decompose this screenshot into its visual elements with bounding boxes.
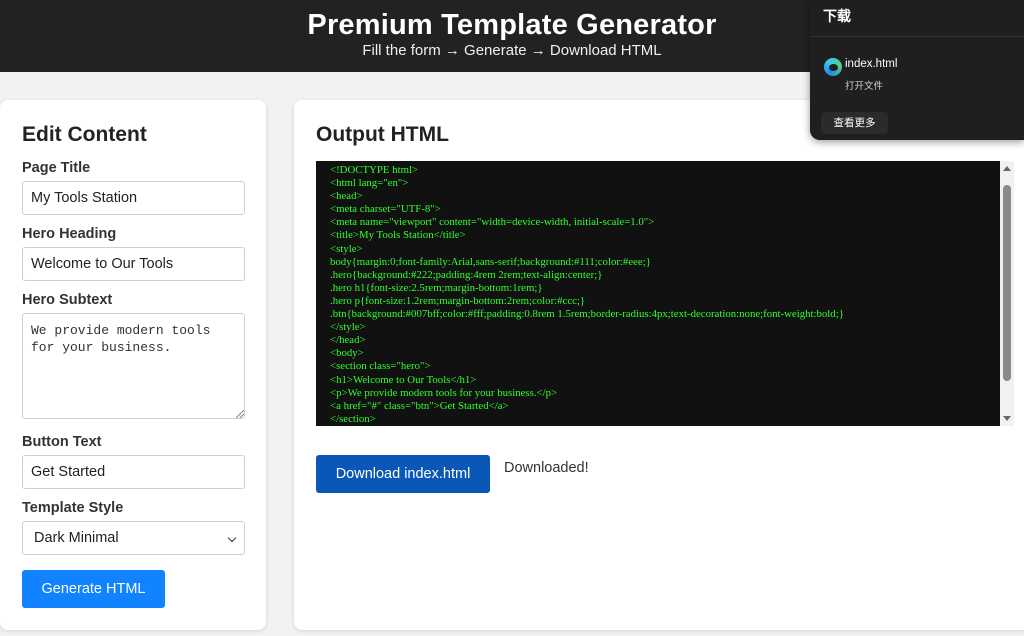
open-file-link[interactable]: 打开文件 xyxy=(845,78,883,92)
template-style-select[interactable]: Dark Minimal xyxy=(22,521,245,555)
downloads-divider xyxy=(810,36,1024,37)
code-scrollbar[interactable] xyxy=(1000,161,1014,426)
edit-content-panel: Edit Content Page Title Hero Heading Her… xyxy=(0,100,266,630)
button-text-label: Button Text xyxy=(22,434,102,450)
generate-html-button[interactable]: Generate HTML xyxy=(22,570,165,608)
scroll-thumb[interactable] xyxy=(1003,185,1011,381)
download-index-button[interactable]: Download index.html xyxy=(316,455,490,493)
hero-subtext-textarea[interactable]: We provide modern tools for your busines… xyxy=(22,313,245,419)
page-title-input[interactable] xyxy=(22,181,245,215)
download-status: Downloaded! xyxy=(504,460,589,476)
downloaded-file-name[interactable]: index.html xyxy=(845,58,897,70)
downloads-title: 下载 xyxy=(823,9,851,25)
output-code-area[interactable]: <!DOCTYPE html> <html lang="en"> <head> … xyxy=(316,161,1000,426)
button-text-input[interactable] xyxy=(22,455,245,489)
scroll-down-arrow-icon[interactable] xyxy=(1003,416,1011,421)
hero-subtext-label: Hero Subtext xyxy=(22,292,113,308)
textarea-resize-handle[interactable] xyxy=(236,410,244,418)
downloads-popup: 下载 index.html 打开文件 查看更多 xyxy=(810,0,1024,140)
page-title-label: Page Title xyxy=(22,160,91,176)
template-style-value: Dark Minimal xyxy=(34,530,119,546)
hero-heading-label: Hero Heading xyxy=(22,226,117,242)
output-html-title: Output HTML xyxy=(316,123,449,146)
output-code-text: <!DOCTYPE html> <html lang="en"> <head> … xyxy=(330,164,844,425)
template-style-label: Template Style xyxy=(22,500,124,516)
hero-heading-input[interactable] xyxy=(22,247,245,281)
chevron-down-icon xyxy=(227,533,237,543)
scroll-up-arrow-icon[interactable] xyxy=(1003,166,1011,171)
see-more-button[interactable]: 查看更多 xyxy=(821,112,888,134)
edit-content-title: Edit Content xyxy=(22,123,147,146)
output-html-panel: Output HTML <!DOCTYPE html> <html lang="… xyxy=(294,100,1024,630)
edge-browser-icon xyxy=(824,58,842,76)
